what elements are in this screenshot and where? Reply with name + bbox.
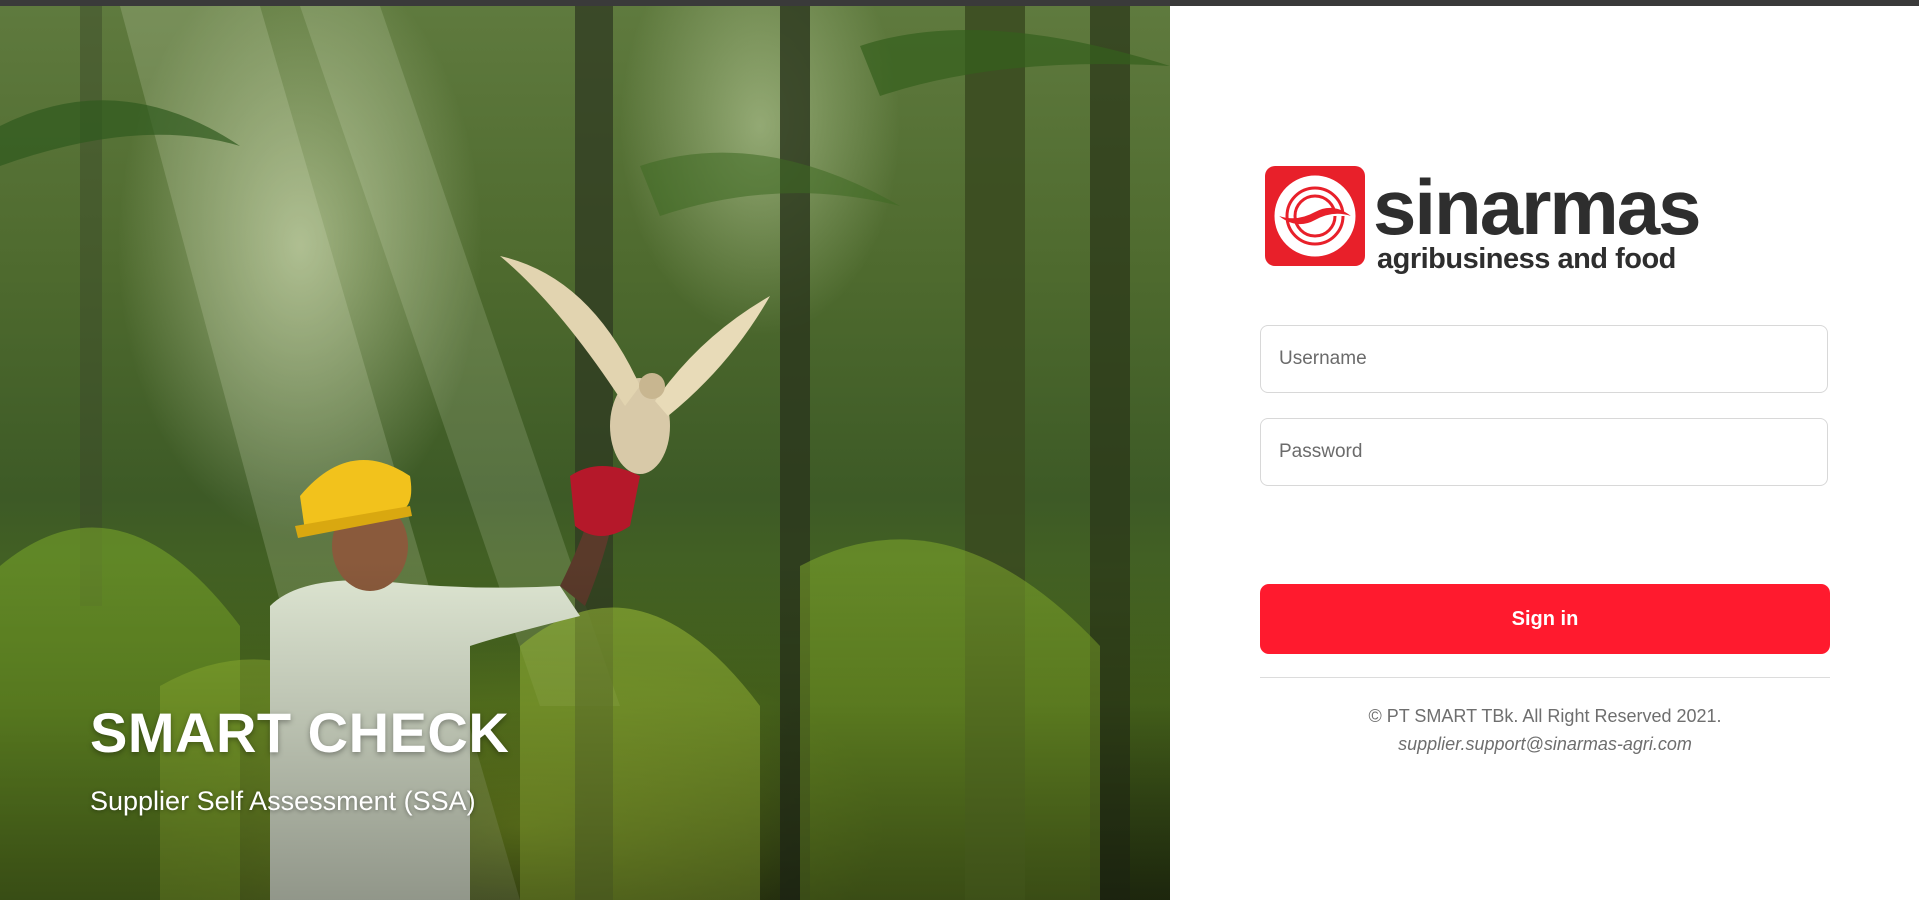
hero-image: SMART CHECK Supplier Self Assessment (SS…	[0, 6, 1170, 900]
footer-divider	[1260, 677, 1830, 678]
support-email: supplier.support@sinarmas-agri.com	[1398, 734, 1692, 754]
sinarmas-emblem-icon	[1265, 166, 1365, 266]
brand-name: sinarmas	[1373, 163, 1702, 251]
hero-subtitle: Supplier Self Assessment (SSA)	[90, 786, 476, 816]
login-panel: sinarmas agribusiness and food Sign in ©…	[1170, 6, 1919, 900]
username-input[interactable]	[1260, 325, 1828, 393]
brand-tagline: agribusiness and food	[1377, 243, 1676, 275]
password-input[interactable]	[1260, 418, 1828, 486]
hero-title: SMART CHECK	[90, 701, 510, 764]
copyright-text: © PT SMART TBk. All Right Reserved 2021.	[1368, 706, 1722, 726]
sinarmas-logo: sinarmas agribusiness and food	[1265, 166, 1725, 276]
sign-in-button[interactable]: Sign in	[1260, 584, 1830, 654]
